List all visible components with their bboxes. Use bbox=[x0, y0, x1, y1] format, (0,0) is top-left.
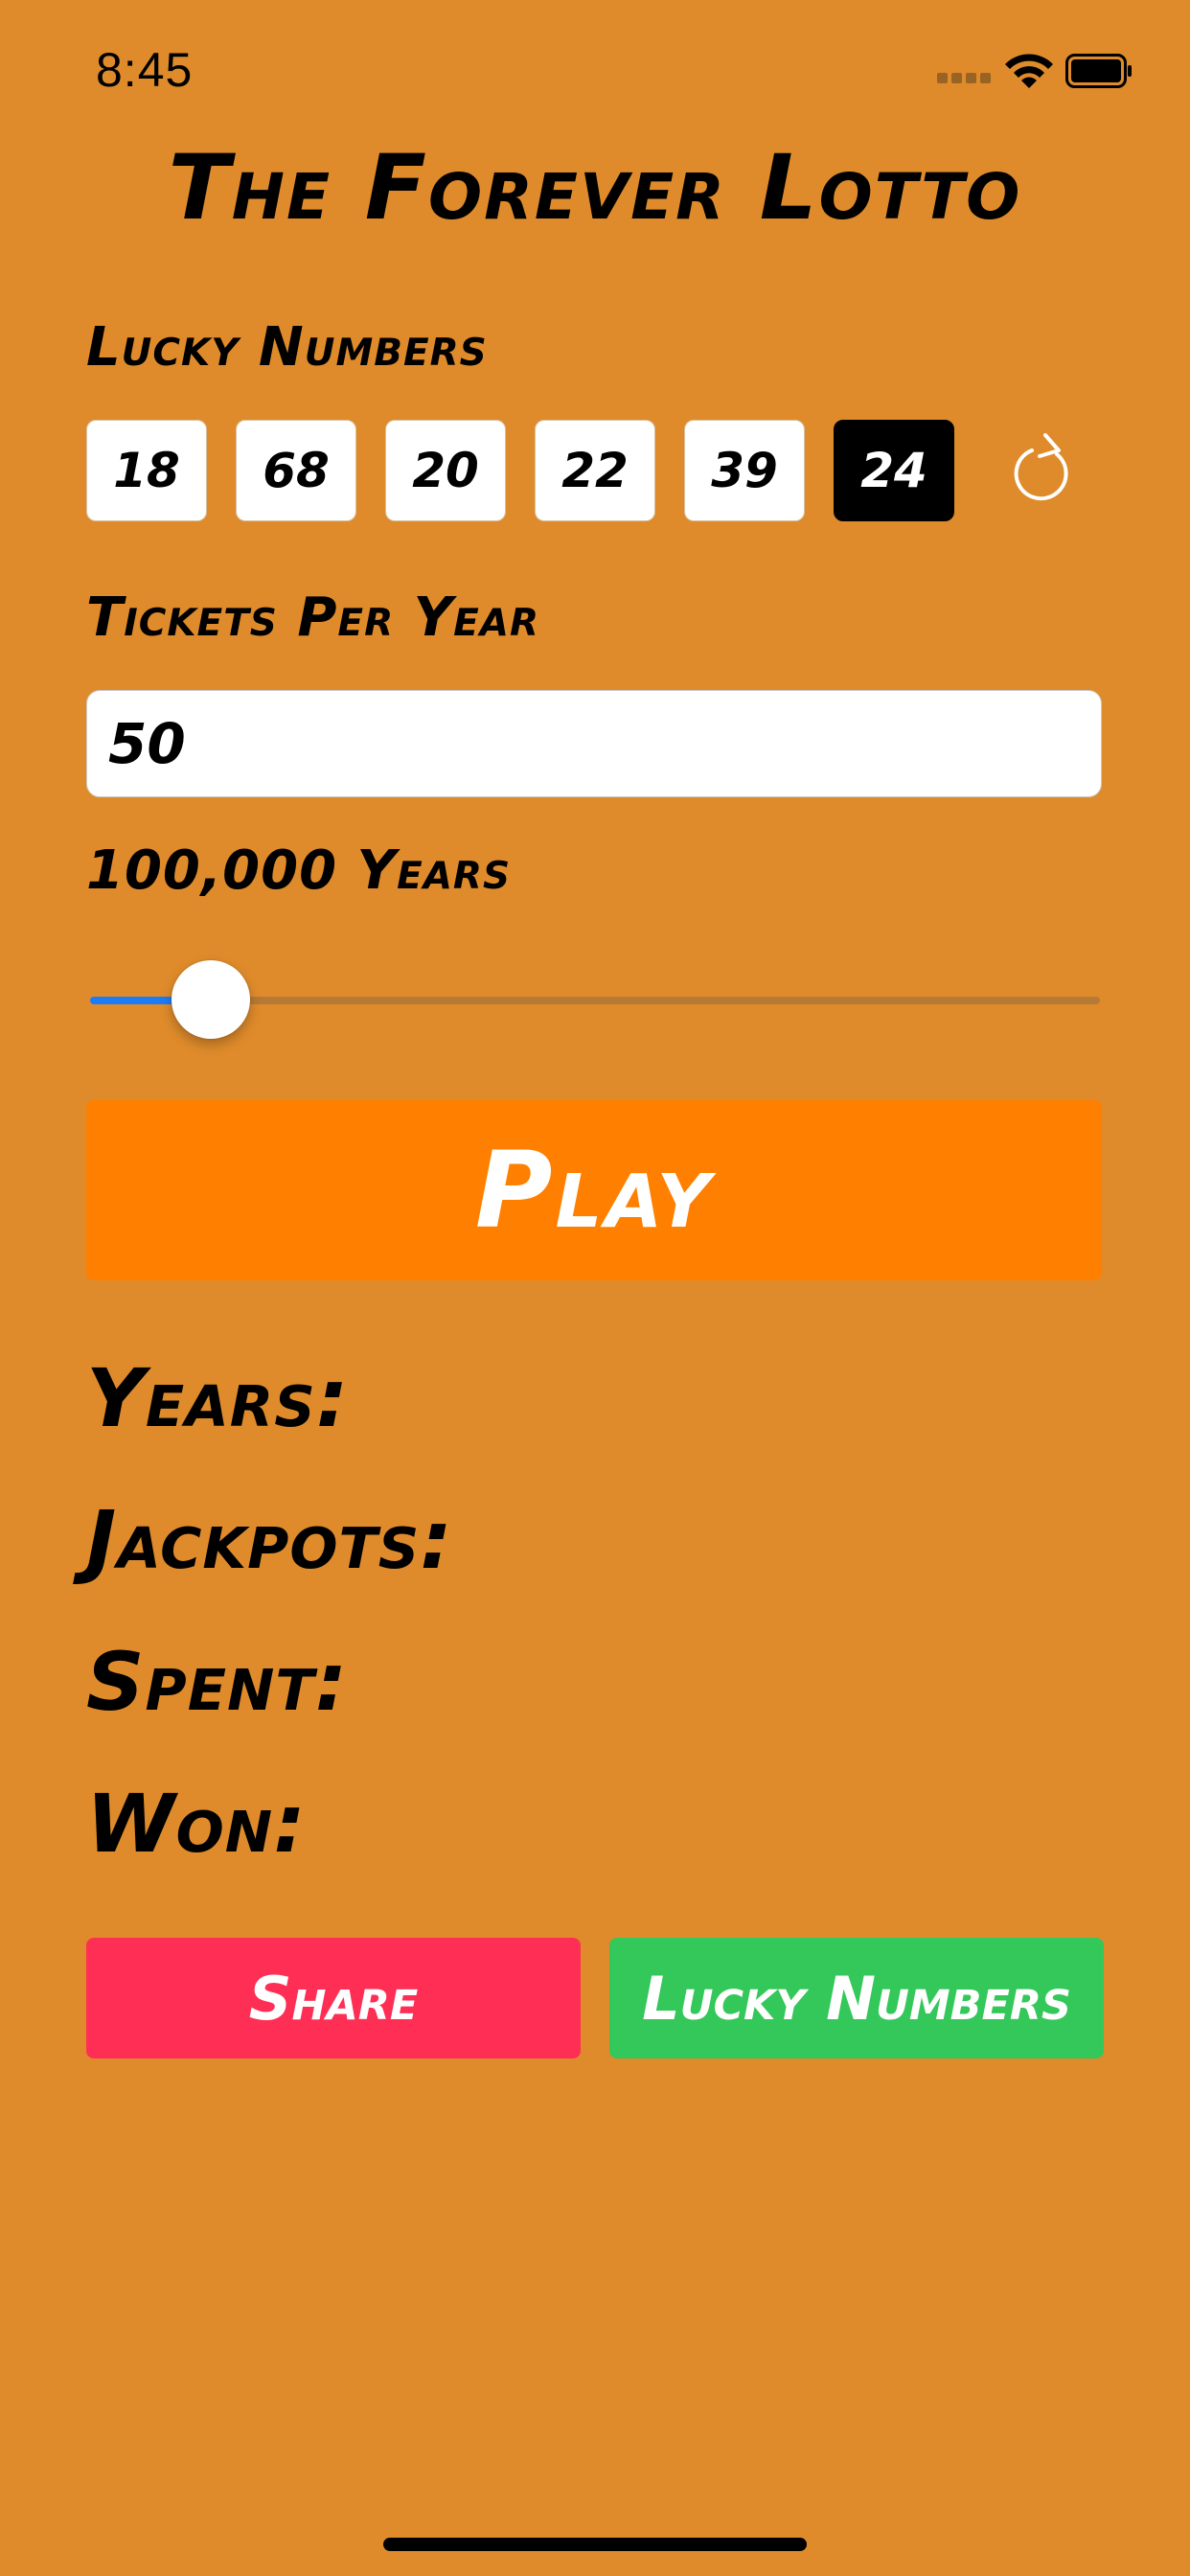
status-time: 8:45 bbox=[96, 43, 194, 97]
refresh-icon[interactable] bbox=[1011, 429, 1078, 506]
lucky-numbers-label: Lucky Numbers bbox=[86, 316, 488, 379]
years-slider-thumb[interactable] bbox=[172, 960, 251, 1039]
cellular-signal-icon bbox=[937, 73, 991, 84]
wifi-icon bbox=[1005, 54, 1053, 88]
lucky-numbers-button[interactable]: Lucky Numbers bbox=[609, 1938, 1104, 2058]
lucky-number-ball[interactable]: 68 bbox=[236, 420, 356, 521]
tickets-per-year-label: Tickets Per Year bbox=[86, 586, 539, 649]
lucky-number-ball[interactable]: 22 bbox=[535, 420, 655, 521]
result-jackpots: Jackpots: bbox=[86, 1493, 453, 1587]
lucky-number-ball[interactable]: 20 bbox=[385, 420, 506, 521]
result-spent: Spent: bbox=[86, 1635, 349, 1729]
share-button[interactable]: Share bbox=[86, 1938, 581, 2058]
play-button[interactable]: Play bbox=[86, 1100, 1102, 1280]
battery-icon bbox=[1065, 54, 1132, 88]
lucky-number-ball[interactable]: 18 bbox=[86, 420, 207, 521]
result-years: Years: bbox=[86, 1351, 350, 1445]
app-title: The Forever Lotto bbox=[168, 136, 1022, 241]
years-label: 100,000 Years bbox=[86, 840, 512, 902]
power-ball[interactable]: 24 bbox=[834, 420, 954, 521]
home-indicator[interactable] bbox=[383, 2538, 807, 2551]
tickets-per-year-input[interactable]: 50 bbox=[86, 690, 1102, 797]
lucky-number-ball[interactable]: 39 bbox=[684, 420, 805, 521]
result-won: Won: bbox=[86, 1777, 307, 1871]
